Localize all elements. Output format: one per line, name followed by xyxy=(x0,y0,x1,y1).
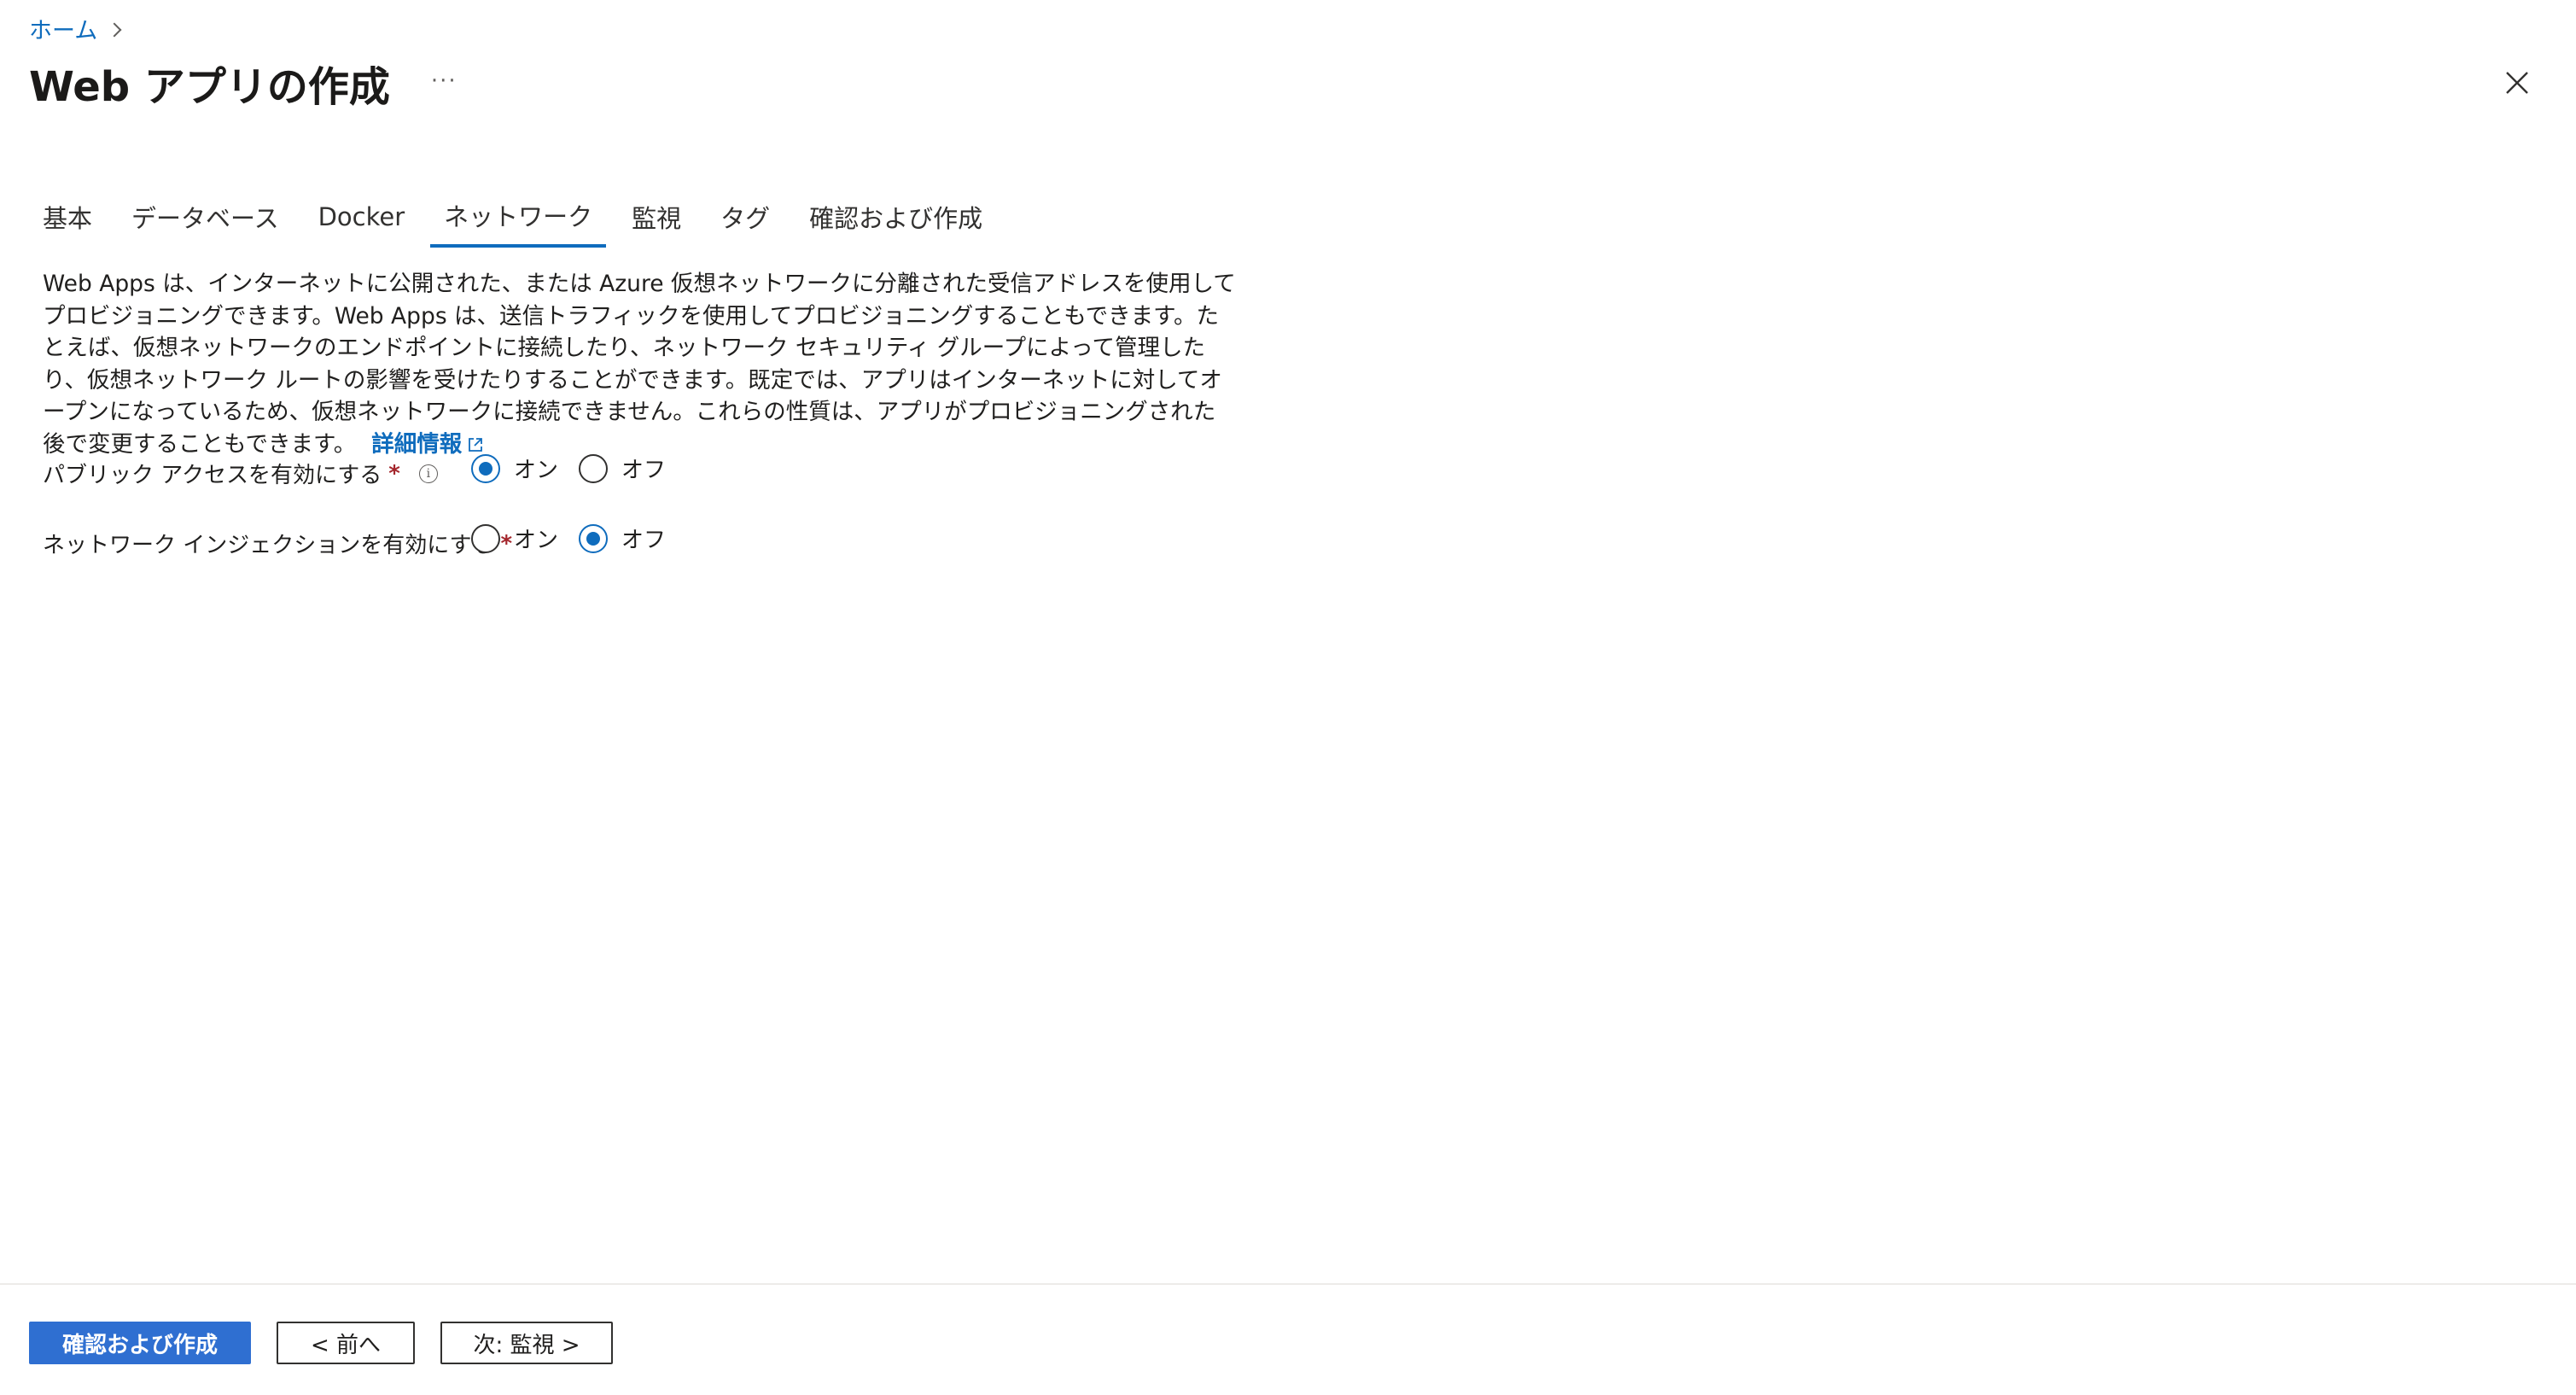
tab-networking[interactable]: ネットワーク xyxy=(430,186,607,248)
public-access-label-text: パブリック アクセスを有効にする xyxy=(43,463,382,488)
description-text: Web Apps は、インターネットに公開された、または Azure 仮想ネット… xyxy=(43,271,1236,458)
network-injection-on-option[interactable]: オン xyxy=(471,522,558,554)
public-access-on-radio[interactable] xyxy=(471,453,500,483)
page-title: Web アプリの作成 xyxy=(29,63,390,111)
tab-basics[interactable]: 基本 xyxy=(29,186,106,248)
learn-more-link[interactable]: 詳細情報 xyxy=(371,431,484,458)
network-injection-on-label: オン xyxy=(514,528,559,553)
more-options-button[interactable]: ··· xyxy=(431,68,458,94)
public-access-off-label: オフ xyxy=(621,458,667,483)
next-monitoring-button[interactable]: 次: 監視 > xyxy=(440,1322,613,1364)
external-link-icon xyxy=(469,437,483,452)
tab-docker[interactable]: Docker xyxy=(305,186,419,248)
public-access-off-option[interactable]: オフ xyxy=(579,452,666,484)
public-access-on-label: オン xyxy=(514,458,559,483)
public-access-radio-group: オン オフ xyxy=(471,452,686,484)
network-injection-radio-group: オン オフ xyxy=(471,522,686,554)
chevron-right-icon xyxy=(107,22,122,37)
tab-database[interactable]: データベース xyxy=(118,186,293,248)
learn-more-label: 詳細情報 xyxy=(371,430,463,458)
network-injection-off-label: オフ xyxy=(621,528,667,553)
close-button[interactable] xyxy=(2503,68,2532,97)
review-create-button[interactable]: 確認および作成 xyxy=(29,1322,251,1364)
tab-review-create[interactable]: 確認および作成 xyxy=(796,186,996,248)
network-injection-label-text: ネットワーク インジェクションを有効にする xyxy=(43,533,494,558)
public-access-on-option[interactable]: オン xyxy=(471,452,558,484)
public-access-field: パブリック アクセスを有効にする * i xyxy=(43,458,438,489)
footer-bar: 確認および作成 < 前へ 次: 監視 > xyxy=(0,1283,2576,1395)
network-injection-label: ネットワーク インジェクションを有効にする * xyxy=(43,528,512,559)
network-injection-off-radio[interactable] xyxy=(579,523,609,553)
title-row: Web アプリの作成 ··· xyxy=(29,53,458,113)
public-access-off-radio[interactable] xyxy=(579,453,609,483)
info-icon[interactable]: i xyxy=(418,464,438,483)
close-icon xyxy=(2506,72,2528,94)
tab-tags[interactable]: タグ xyxy=(707,186,784,248)
networking-description: Web Apps は、インターネットに公開された、または Azure 仮想ネット… xyxy=(43,268,1238,460)
breadcrumb-home-link[interactable]: ホーム xyxy=(29,12,97,45)
required-marker: * xyxy=(388,460,400,487)
tab-list: 基本 データベース Docker ネットワーク 監視 タグ 確認および作成 xyxy=(29,186,1008,248)
breadcrumb: ホーム xyxy=(29,12,122,45)
network-injection-off-option[interactable]: オフ xyxy=(579,522,666,554)
network-injection-field: ネットワーク インジェクションを有効にする * xyxy=(43,528,512,559)
public-access-label: パブリック アクセスを有効にする * i xyxy=(43,458,438,489)
tab-monitoring[interactable]: 監視 xyxy=(618,186,695,248)
network-injection-on-radio[interactable] xyxy=(471,523,500,553)
previous-button[interactable]: < 前へ xyxy=(277,1322,415,1364)
